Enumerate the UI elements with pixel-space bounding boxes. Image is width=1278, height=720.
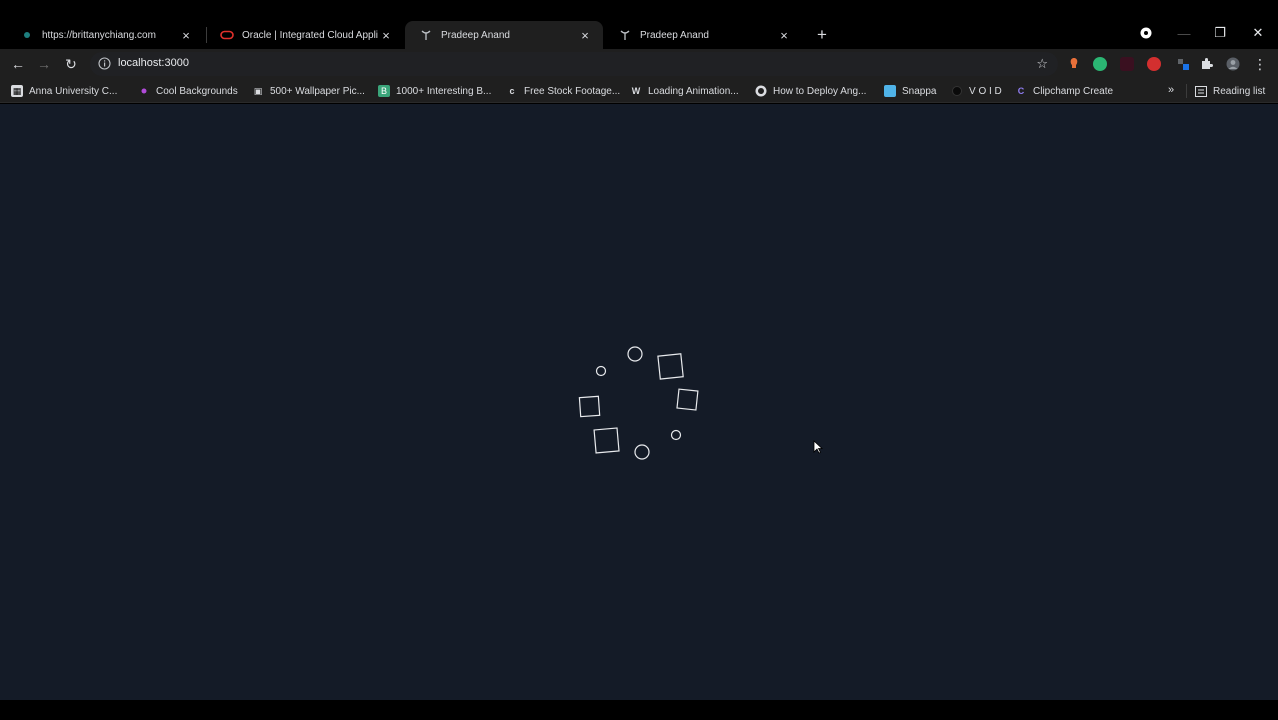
site-dot-icon: [20, 28, 34, 42]
tab-title: Pradeep Anand: [441, 29, 510, 41]
browser-menu-icon[interactable]: ⋮: [1250, 54, 1270, 74]
browser-toolbar: ← → ↻ localhost:3000 ☆ ⋮: [0, 49, 1278, 79]
avatar[interactable]: [1226, 57, 1240, 71]
profile-icon[interactable]: [1134, 22, 1158, 44]
c-icon: c: [509, 86, 515, 96]
book-icon: B: [378, 85, 390, 97]
bookmarks-bar: ▦ Anna University C... Cool Backgrounds …: [0, 79, 1278, 103]
minimize-button[interactable]: —: [1172, 22, 1196, 44]
bookmark-item[interactable]: Cool Backgrounds: [138, 83, 238, 99]
spinner-square: [593, 427, 620, 454]
address-bar[interactable]: localhost:3000 ☆: [90, 52, 1058, 76]
mouse-cursor-icon: [813, 440, 823, 454]
page-content: [0, 104, 1278, 700]
extensions-puzzle-icon[interactable]: [1199, 57, 1213, 71]
antenna-icon: [419, 28, 433, 42]
spinner-circle: [595, 365, 607, 377]
github-icon: [755, 85, 767, 97]
close-icon[interactable]: ×: [776, 27, 792, 43]
bookmark-item[interactable]: ▦ Anna University C...: [11, 83, 117, 99]
reading-list-label: Reading list: [1213, 85, 1266, 97]
bookmark-item[interactable]: How to Deploy Ang...: [755, 83, 866, 99]
bookmark-item[interactable]: Snappa: [884, 83, 936, 99]
bookmark-item[interactable]: V O I D: [951, 83, 1002, 99]
bookmark-item[interactable]: B 1000+ Interesting B...: [378, 83, 491, 99]
bookmark-label: V O I D: [969, 85, 1002, 97]
clipchamp-icon: C: [1017, 86, 1025, 96]
bookmark-label: How to Deploy Ang...: [773, 85, 867, 97]
dot-icon: [138, 85, 150, 97]
extension-grammarly-icon[interactable]: [1093, 57, 1107, 71]
tab-title: Pradeep Anand: [640, 29, 709, 41]
bookmark-item[interactable]: W Loading Animation...: [630, 83, 739, 99]
tab-pradeep-anand-active[interactable]: Pradeep Anand ×: [405, 21, 603, 49]
close-icon[interactable]: ×: [577, 27, 593, 43]
bookmark-label: Cool Backgrounds: [156, 85, 238, 97]
camera-icon: ▣: [253, 85, 263, 96]
tab-oracle[interactable]: Oracle | Integrated Cloud Applic... ×: [206, 21, 404, 49]
spinner-circle: [634, 444, 650, 460]
reading-list-icon: [1195, 85, 1207, 97]
close-icon[interactable]: ×: [178, 27, 194, 43]
loading-spinner: [578, 346, 699, 460]
tab-title: Oracle | Integrated Cloud Applic...: [242, 29, 378, 41]
spinner-circle: [670, 429, 682, 441]
reload-button[interactable]: ↻: [61, 54, 81, 74]
bookmark-label: Snappa: [902, 85, 937, 97]
bookmark-label: Clipchamp Create: [1033, 85, 1114, 97]
au-icon: ▦: [11, 85, 23, 97]
reading-list-button[interactable]: Reading list: [1195, 83, 1265, 99]
oracle-icon: [220, 28, 234, 42]
extension-bulb-icon[interactable]: [1067, 57, 1081, 71]
w-icon: W: [631, 86, 641, 96]
bookmark-label: Free Stock Footage...: [524, 85, 621, 97]
void-icon: [951, 85, 963, 97]
bookmark-label: Loading Animation...: [648, 85, 739, 97]
snappa-icon: [884, 85, 896, 97]
bookmark-label: 500+ Wallpaper Pic...: [270, 85, 365, 97]
new-tab-button[interactable]: +: [812, 25, 832, 45]
bookmarks-overflow-button[interactable]: »: [1168, 84, 1174, 96]
bookmark-item[interactable]: C Clipchamp Create: [1015, 83, 1113, 99]
extension-grid-icon[interactable]: [1176, 57, 1190, 71]
extension-dark-icon[interactable]: [1120, 57, 1134, 71]
spinner-square: [676, 388, 699, 411]
spinner-square: [578, 395, 601, 418]
bookmark-label: 1000+ Interesting B...: [396, 85, 492, 97]
spinner-circle: [627, 346, 643, 362]
url-text: localhost:3000: [118, 57, 189, 69]
antenna-icon: [618, 28, 632, 42]
extension-red-icon[interactable]: [1147, 57, 1161, 71]
bookmark-label: Anna University C...: [29, 85, 118, 97]
bookmarks-divider: [1186, 84, 1187, 98]
tab-pradeep-anand[interactable]: Pradeep Anand ×: [604, 21, 802, 49]
tab-title: https://brittanychiang.com: [42, 29, 156, 41]
close-icon[interactable]: ×: [378, 27, 394, 43]
bookmark-item[interactable]: c Free Stock Footage...: [506, 83, 620, 99]
spinner-square: [657, 353, 684, 380]
bookmark-star-icon[interactable]: ☆: [1036, 56, 1048, 72]
back-button[interactable]: ←: [8, 54, 28, 74]
site-info-icon[interactable]: [98, 57, 112, 71]
tab-strip: https://brittanychiang.com × Oracle | In…: [0, 0, 1278, 49]
window-close-button[interactable]: ✕: [1246, 22, 1270, 44]
screen-bottom-bar: [0, 700, 1278, 720]
restore-button[interactable]: ❐: [1208, 22, 1232, 44]
bookmark-item[interactable]: ▣ 500+ Wallpaper Pic...: [252, 83, 365, 99]
forward-button[interactable]: →: [34, 54, 54, 74]
tab-brittanychiang[interactable]: https://brittanychiang.com ×: [6, 21, 204, 49]
